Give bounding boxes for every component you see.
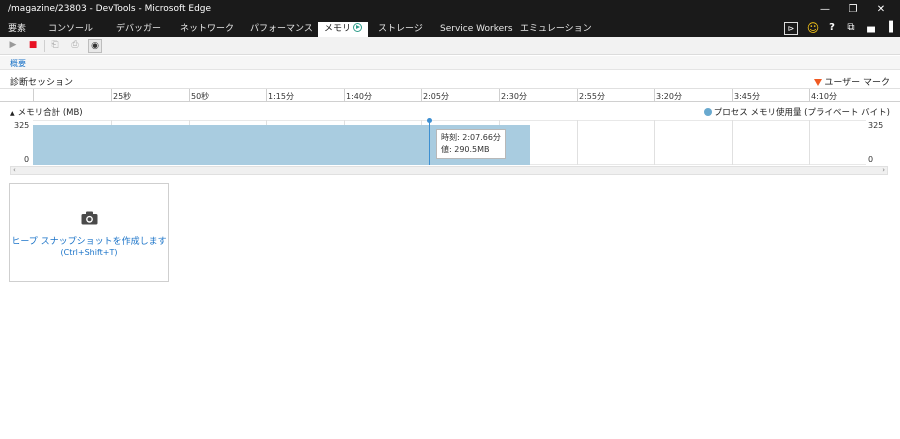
graph-cursor-line[interactable]	[429, 120, 430, 165]
take-snapshot-camera-icon[interactable]: ◉	[88, 39, 102, 53]
user-mark-triangle-icon	[814, 79, 823, 86]
tab-memory[interactable]: メモリ	[318, 22, 369, 37]
graph-tooltip: 時刻: 2:07.66分 値: 290.5MB	[436, 129, 506, 159]
import-session-icon[interactable]: ⎗	[48, 39, 62, 53]
camera-icon	[81, 211, 98, 225]
console-drawer-icon[interactable]: ⊳	[784, 22, 798, 35]
y-axis-max-left: 325	[14, 121, 30, 130]
legend-label: プロセス メモリ使用量 (プライベート バイト)	[713, 108, 890, 118]
tab-memory-label: メモリ	[324, 24, 352, 34]
y-axis-max-right: 325	[868, 121, 884, 130]
graph-gridline	[33, 120, 866, 121]
diagnostic-session-row: 診断セッション ユーザー マーク	[0, 72, 900, 88]
dock-bottom-icon[interactable]: ▄	[864, 22, 878, 35]
timeline-scrollbar[interactable]: ‹ ›	[10, 166, 888, 175]
graph-gridline	[577, 120, 578, 165]
take-heap-snapshot-card[interactable]: ヒープ スナップショットを作成します (Ctrl+Shift+T)	[9, 183, 169, 282]
legend-dot-icon	[703, 108, 712, 116]
close-button[interactable]: ✕	[874, 4, 888, 16]
user-mark-legend: ユーザー マーク	[814, 75, 890, 88]
tab-console[interactable]: コンソール	[48, 22, 93, 37]
breadcrumb: 概要	[0, 56, 900, 70]
smiley-feedback-icon[interactable]: ☺	[806, 22, 820, 35]
ruler-tick-label: 2:05分	[423, 92, 449, 101]
snapshot-shortcut: (Ctrl+Shift+T)	[60, 248, 118, 257]
ruler-tick-label: 3:20分	[656, 92, 682, 101]
y-axis-min-right: 0	[868, 155, 874, 164]
window-title: /magazine/23803 - DevTools - Microsoft E…	[8, 4, 212, 14]
tab-emulation[interactable]: エミュレーション	[520, 22, 592, 37]
ruler-tick-label: 2:30分	[501, 92, 527, 101]
collapse-caret-icon: ▲	[10, 110, 15, 117]
minimize-button[interactable]: —	[818, 4, 832, 16]
tab-service-workers[interactable]: Service Workers	[440, 22, 513, 37]
memory-graph-title-label: メモリ合計 (MB)	[17, 108, 83, 118]
diagnostic-session-label: 診断セッション	[10, 78, 74, 88]
graph-gridline	[654, 120, 655, 165]
tooltip-value: 値: 290.5MB	[441, 145, 490, 154]
dock-right-icon[interactable]: ▐	[882, 22, 896, 35]
user-mark-label: ユーザー マーク	[824, 78, 890, 88]
restore-button[interactable]: ❐	[846, 4, 860, 16]
memory-graph-header: ▲ メモリ合計 (MB) プロセス メモリ使用量 (プライベート バイト)	[0, 104, 900, 118]
tab-performance[interactable]: パフォーマンス	[250, 22, 313, 37]
memory-toolbar: ▶ ■ ⎗ ⎙ ◉	[0, 37, 900, 55]
ruler-tick-label: 1:15分	[268, 92, 294, 101]
stop-profiling-icon[interactable]: ■	[26, 39, 40, 53]
tooltip-time: 時刻: 2:07.66分	[441, 133, 501, 142]
ruler-tick	[33, 89, 34, 102]
help-icon[interactable]: ?	[826, 22, 838, 35]
ruler-tick-label: 4:10分	[811, 92, 837, 101]
tab-network[interactable]: ネットワーク	[180, 22, 234, 37]
start-profiling-icon[interactable]: ▶	[6, 39, 20, 53]
scroll-right-icon[interactable]: ›	[882, 166, 885, 175]
ruler-tick-label: 50秒	[191, 92, 210, 101]
graph-gridline	[732, 120, 733, 165]
summary-link[interactable]: 概要	[10, 58, 26, 69]
tab-storage[interactable]: ストレージ	[378, 22, 423, 37]
memory-graph-title[interactable]: ▲ メモリ合計 (MB)	[10, 106, 83, 118]
window-title-bar: /magazine/23803 - DevTools - Microsoft E…	[0, 0, 900, 20]
devtools-tab-bar: 要素 コンソール デバッガー ネットワーク パフォーマンス メモリ ストレージ …	[0, 20, 900, 37]
tab-elements[interactable]: 要素	[8, 22, 26, 37]
switch-target-icon[interactable]: ⧉	[844, 22, 858, 35]
graph-cursor-handle[interactable]	[427, 118, 432, 123]
tab-debugger[interactable]: デバッガー	[116, 22, 161, 37]
ruler-tick-label: 3:45分	[734, 92, 760, 101]
y-axis-min-left: 0	[24, 155, 30, 164]
save-session-icon[interactable]: ⎙	[68, 39, 82, 53]
ruler-tick-label: 2:55分	[579, 92, 605, 101]
toolbar-separator	[44, 40, 45, 52]
ruler-tick-label: 25秒	[113, 92, 132, 101]
memory-graph-legend: プロセス メモリ使用量 (プライベート バイト)	[703, 106, 890, 118]
ruler-tick-label: 1:40分	[346, 92, 372, 101]
time-ruler[interactable]: 25秒 50秒 1:15分 1:40分 2:05分 2:30分 2:55分 3:…	[0, 88, 900, 102]
memory-usage-graph[interactable]: 時刻: 2:07.66分 値: 290.5MB	[33, 118, 866, 165]
recording-play-icon	[353, 23, 363, 32]
snapshot-label: ヒープ スナップショットを作成します	[11, 237, 167, 247]
graph-gridline	[809, 120, 810, 165]
scroll-left-icon[interactable]: ‹	[13, 166, 16, 175]
